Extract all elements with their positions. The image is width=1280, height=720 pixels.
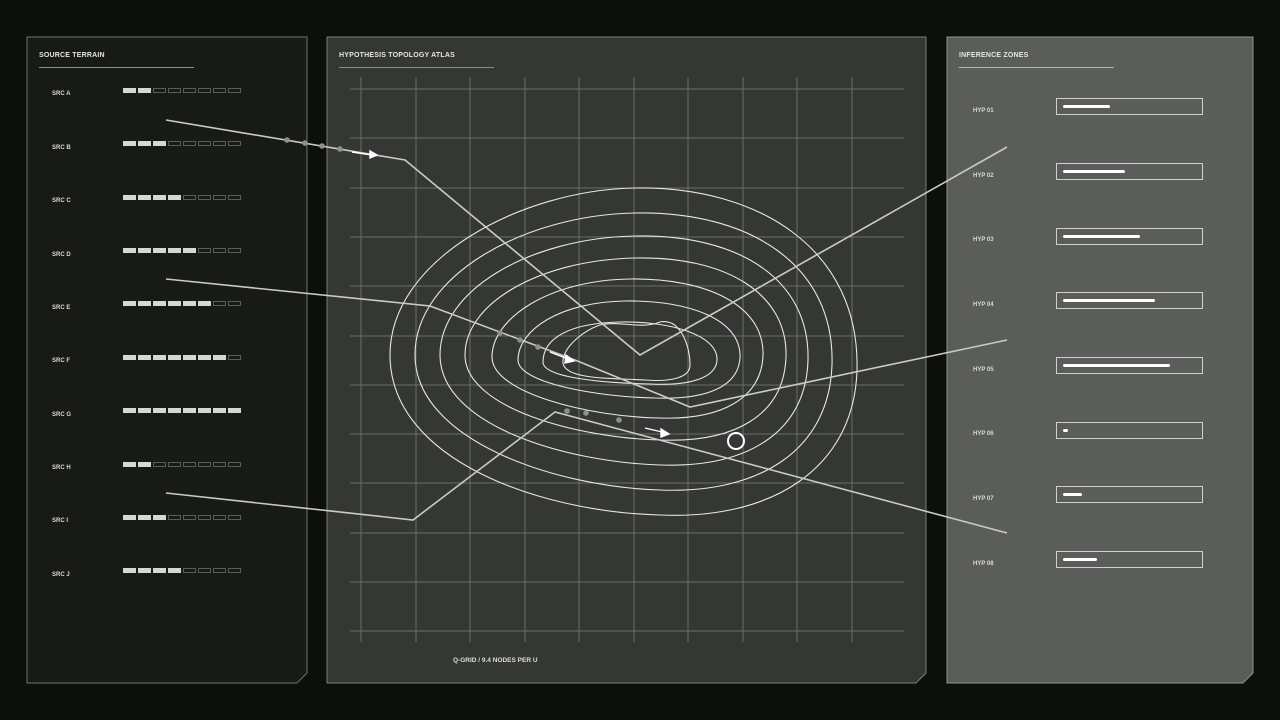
contour-line	[562, 321, 691, 382]
connector-src-i	[165, 411, 1008, 534]
hypothesis-bar	[1056, 98, 1203, 115]
path-node	[302, 140, 308, 146]
q-grid	[350, 77, 904, 642]
hypothesis-bar	[1056, 486, 1203, 503]
hypothesis-bar-fill	[1063, 299, 1155, 302]
arrow-head-icon	[369, 149, 379, 160]
hypothesis-bar-fill	[1063, 105, 1110, 108]
hypothesis-label: HYP 02	[973, 173, 994, 179]
hypothesis-bar	[1056, 422, 1203, 439]
hypothesis-bar	[1056, 163, 1203, 180]
hypothesis-label: HYP 07	[973, 496, 994, 502]
hypothesis-bar-fill	[1063, 429, 1068, 432]
hypothesis-label: HYP 01	[973, 108, 994, 114]
hypothesis-bar	[1056, 357, 1203, 374]
path-node	[616, 417, 622, 423]
hypothesis-bar-fill	[1063, 170, 1125, 173]
hypothesis-bar	[1056, 551, 1203, 568]
path-node	[284, 137, 290, 143]
path-node	[497, 330, 503, 336]
hypothesis-bar-fill	[1063, 235, 1140, 238]
path-node	[337, 146, 343, 152]
flow-arrow-shaft	[644, 427, 663, 433]
hypothesis-bar-fill	[1063, 558, 1097, 561]
hypothesis-bar	[1056, 228, 1203, 245]
flow-arrows	[351, 149, 671, 439]
connector-src-e	[165, 278, 1008, 408]
contour-line	[542, 321, 718, 385]
path-node	[319, 143, 325, 149]
path-node	[583, 410, 589, 416]
hypothesis-label: HYP 06	[973, 431, 994, 437]
contour-line	[464, 257, 787, 441]
source-connectors	[165, 119, 1008, 534]
path-node	[564, 408, 570, 414]
arrow-head-icon	[660, 427, 671, 439]
target-marker-icon[interactable]	[727, 432, 745, 450]
grid-caption: Q-GRID / 9.4 NODES PER U	[453, 657, 538, 664]
path-node	[517, 337, 523, 343]
contour-line	[414, 212, 833, 491]
hypothesis-label: HYP 04	[973, 302, 994, 308]
hypothesis-bar-fill	[1063, 364, 1170, 367]
hypothesis-bar	[1056, 292, 1203, 309]
hypothesis-label: HYP 05	[973, 367, 994, 373]
hypothesis-label: HYP 08	[973, 561, 994, 567]
path-node	[535, 344, 541, 350]
hypothesis-label: HYP 03	[973, 237, 994, 243]
hypothesis-bar-fill	[1063, 493, 1082, 496]
connector-nodes	[284, 137, 622, 423]
